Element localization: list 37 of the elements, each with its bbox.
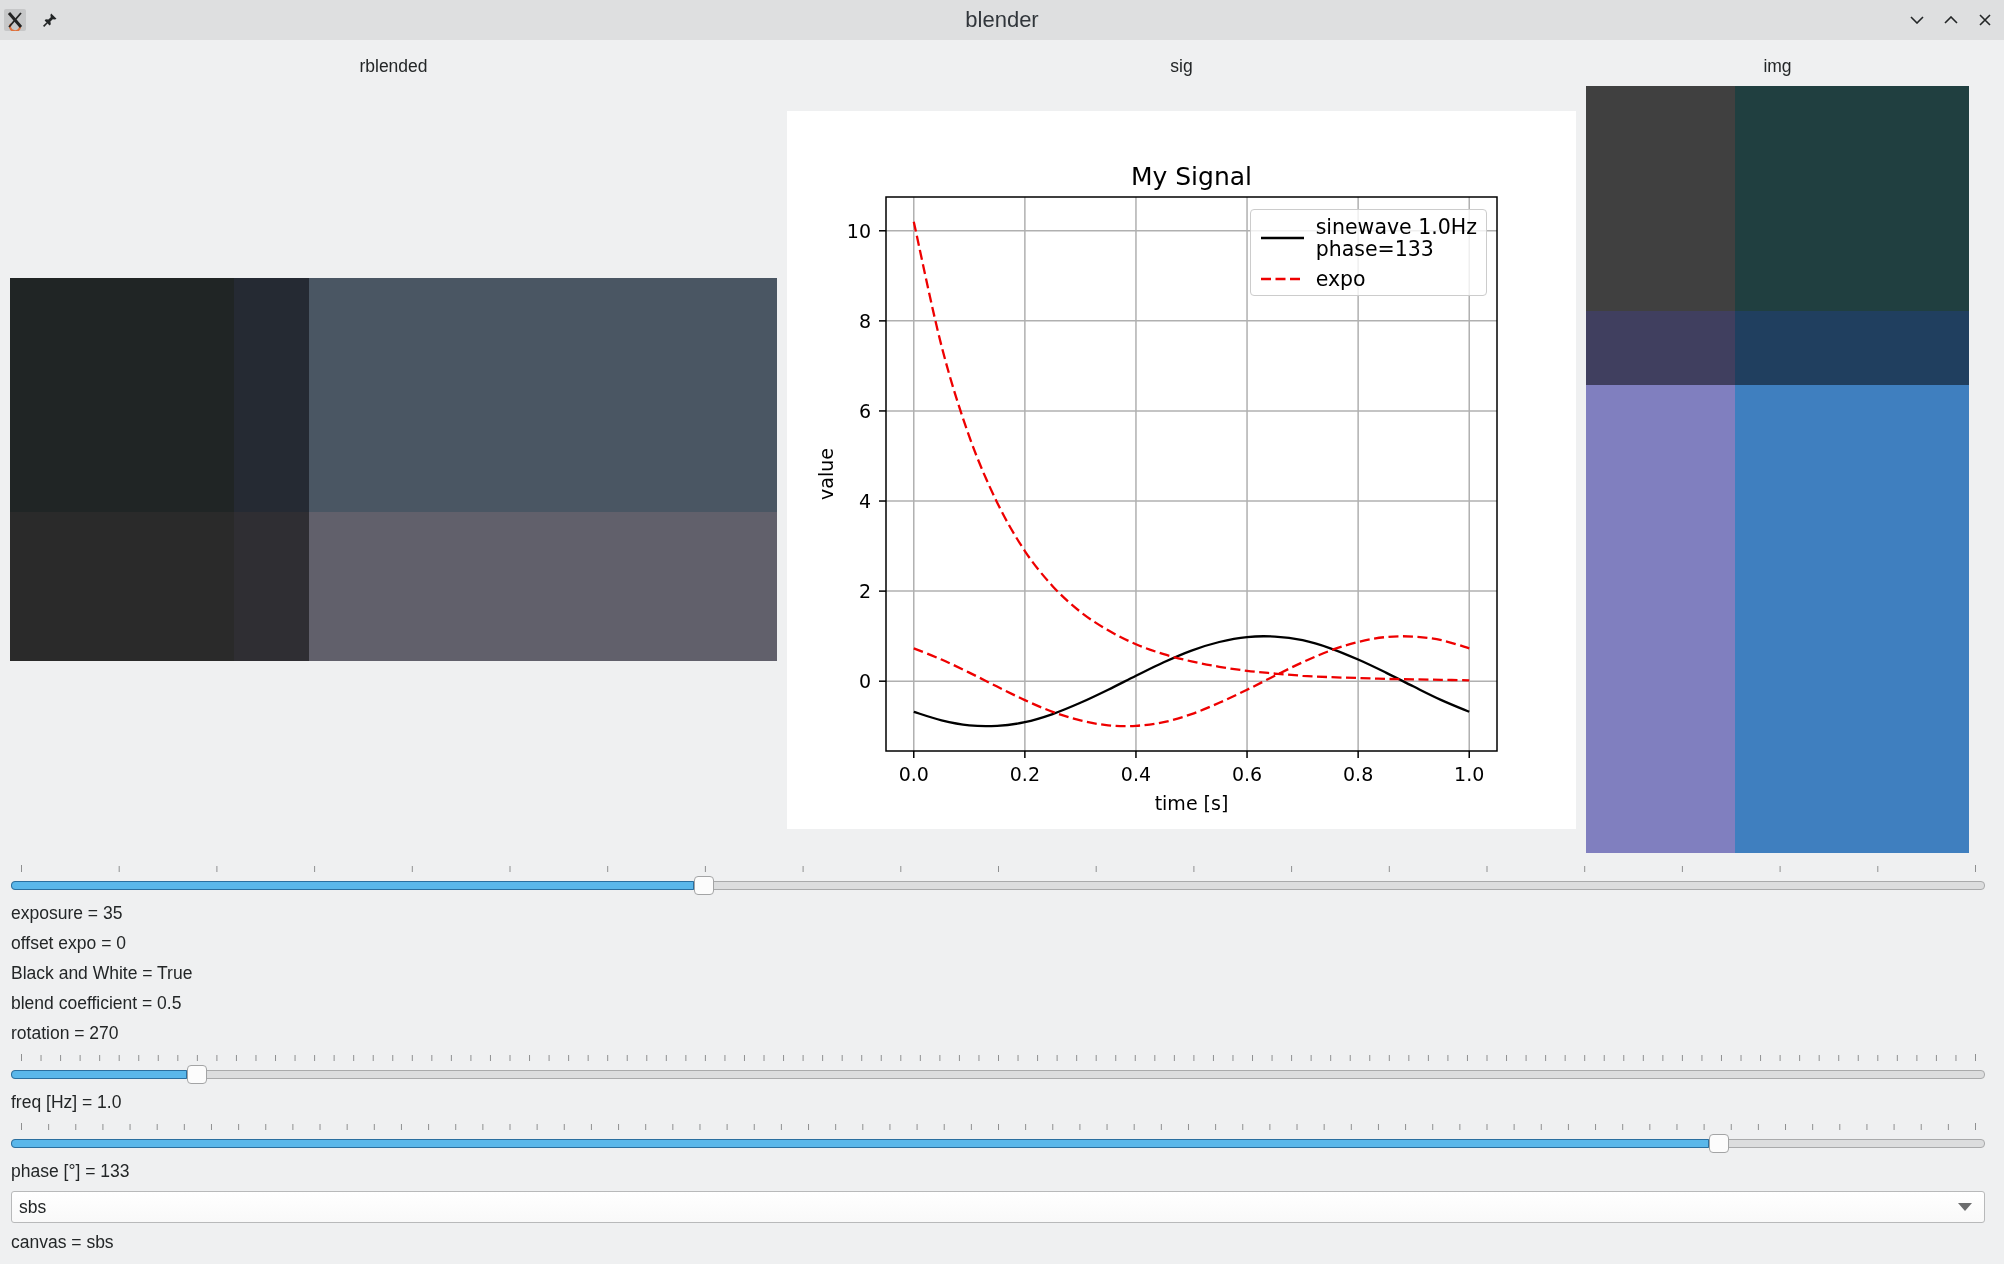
value-label: canvas = sbs [11,1232,114,1252]
close-icon [1979,14,1991,26]
panel-title: rblended [359,56,428,76]
value-label: rotation = 270 [11,1023,119,1043]
tick-label: 10 [846,219,871,242]
value-label: exposure = 35 [11,903,123,923]
tick-label: 0.0 [898,762,929,785]
tick-label: 0.4 [1120,762,1152,785]
x-tile-icon [4,9,26,31]
tick-label: 0 [858,669,871,692]
slider-handle[interactable] [1709,1134,1730,1153]
chevron-up-icon [1944,16,1958,24]
tick-label: 0.8 [1343,762,1374,785]
slider-handle[interactable] [186,1065,207,1084]
tick-label: 0.6 [1231,762,1263,785]
axis-label: time [s] [1154,791,1229,814]
tick-label: 6 [858,399,871,422]
value-label: offset expo = 0 [11,933,126,953]
tick-label: 4 [858,489,871,512]
value-label: Black and White = True [11,963,193,983]
pin-icon [43,13,57,27]
chart-title: My Signal [1130,161,1253,191]
chevron-down-icon [1910,16,1924,24]
tick-label: 8 [858,309,871,332]
value-label: freq [Hz] = 1.0 [11,1092,122,1112]
window-title: blender [965,7,1039,33]
tick-label: 0.2 [1009,762,1040,785]
value-label: phase [°] = 133 [11,1161,130,1181]
panel-title: img [1763,56,1792,76]
axis-label: value [815,447,837,500]
caret-icon [1958,1203,1972,1211]
dropdown[interactable]: sbs [11,1191,1985,1223]
slider-handle[interactable] [694,876,715,895]
tick-label: 1.0 [1454,762,1485,785]
panel-title: sig [1170,56,1193,76]
value-label: blend coefficient = 0.5 [11,993,182,1013]
tick-label: 2 [858,579,871,602]
